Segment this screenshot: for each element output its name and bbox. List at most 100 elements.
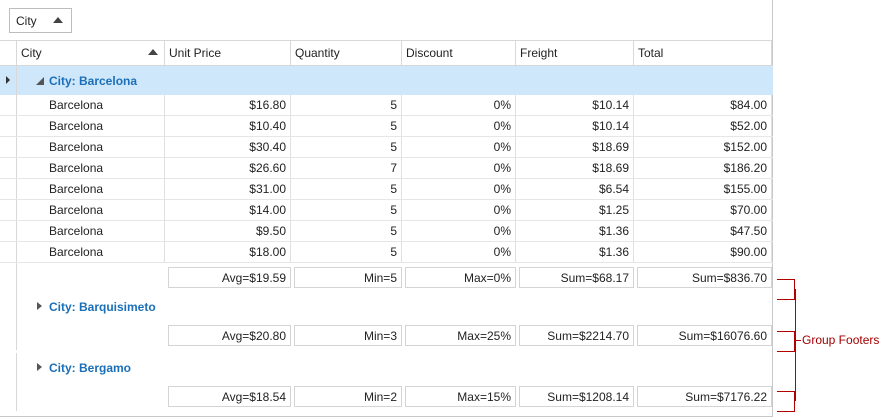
column-header-total[interactable]: Total bbox=[634, 41, 772, 65]
footer-summary-total: Sum=$7176.22 bbox=[637, 386, 772, 407]
callout-line bbox=[795, 340, 801, 341]
table-row[interactable]: Barcelona $26.60 7 0% $18.69 $186.20 bbox=[0, 158, 773, 179]
group-by-city-chip[interactable]: City bbox=[9, 8, 72, 33]
row-indicator-cell bbox=[0, 353, 17, 382]
table-row[interactable]: Barcelona $16.80 5 0% $10.14 $84.00 bbox=[0, 95, 773, 116]
cell-city[interactable]: Barcelona bbox=[17, 158, 165, 178]
cell-city[interactable]: Barcelona bbox=[17, 221, 165, 241]
column-header-label: Total bbox=[638, 46, 664, 60]
cell-total[interactable]: $90.00 bbox=[634, 242, 772, 262]
cell-unit-price[interactable]: $9.50 bbox=[165, 221, 291, 241]
cell-discount[interactable]: 0% bbox=[402, 116, 516, 136]
cell-quantity[interactable]: 5 bbox=[291, 179, 402, 199]
footer-bracket bbox=[777, 279, 795, 300]
row-indicator-cell bbox=[0, 66, 17, 95]
table-row[interactable]: Barcelona $18.00 5 0% $1.36 $90.00 bbox=[0, 242, 773, 263]
column-header-discount[interactable]: Discount bbox=[402, 41, 516, 65]
header-indicator-cell bbox=[0, 41, 17, 65]
footer-summary-unit-price: Avg=$19.59 bbox=[168, 267, 291, 288]
cell-quantity[interactable]: 5 bbox=[291, 116, 402, 136]
cell-discount[interactable]: 0% bbox=[402, 158, 516, 178]
footer-bracket bbox=[777, 331, 795, 352]
cell-total[interactable]: $155.00 bbox=[634, 179, 772, 199]
footer-summary-quantity: Min=5 bbox=[294, 267, 402, 288]
row-indicator-cell bbox=[0, 116, 17, 136]
footer-summary-freight: Sum=$2214.70 bbox=[519, 325, 634, 346]
cell-quantity[interactable]: 7 bbox=[291, 158, 402, 178]
row-indicator-cell bbox=[0, 200, 17, 220]
group-row[interactable]: City: Barquisimeto bbox=[0, 292, 773, 321]
cell-unit-price[interactable]: $26.60 bbox=[165, 158, 291, 178]
cell-city[interactable]: Barcelona bbox=[17, 200, 165, 220]
cell-city[interactable]: Barcelona bbox=[17, 242, 165, 262]
table-row[interactable]: Barcelona $31.00 5 0% $6.54 $155.00 bbox=[0, 179, 773, 200]
group-title: City: Barquisimeto bbox=[17, 292, 773, 321]
group-panel: City bbox=[0, 0, 772, 41]
group-footer-row: Avg=$19.59 Min=5 Max=0% Sum=$68.17 Sum=$836.… bbox=[0, 263, 773, 292]
row-indicator-cell bbox=[0, 263, 17, 292]
group-row[interactable]: City: Barcelona bbox=[0, 66, 773, 95]
cell-freight[interactable]: $18.69 bbox=[516, 158, 634, 178]
cell-total[interactable]: $84.00 bbox=[634, 95, 772, 115]
cell-unit-price[interactable]: $18.00 bbox=[165, 242, 291, 262]
group-title-text: City: Barcelona bbox=[49, 73, 138, 88]
cell-freight[interactable]: $1.36 bbox=[516, 221, 634, 241]
cell-discount[interactable]: 0% bbox=[402, 242, 516, 262]
cell-total[interactable]: $52.00 bbox=[634, 116, 772, 136]
cell-quantity[interactable]: 5 bbox=[291, 137, 402, 157]
column-header-city[interactable]: City bbox=[17, 41, 165, 65]
column-header-unit-price[interactable]: Unit Price bbox=[165, 41, 291, 65]
cell-discount[interactable]: 0% bbox=[402, 200, 516, 220]
bracket-connector bbox=[795, 289, 796, 401]
cell-discount[interactable]: 0% bbox=[402, 179, 516, 199]
expand-icon[interactable] bbox=[37, 363, 42, 371]
footer-summary-discount: Max=0% bbox=[405, 267, 516, 288]
cell-city[interactable]: Barcelona bbox=[17, 137, 165, 157]
cell-freight[interactable]: $1.25 bbox=[516, 200, 634, 220]
collapse-icon[interactable] bbox=[36, 77, 44, 85]
cell-unit-price[interactable]: $31.00 bbox=[165, 179, 291, 199]
cell-freight[interactable]: $1.36 bbox=[516, 242, 634, 262]
cell-quantity[interactable]: 5 bbox=[291, 242, 402, 262]
footer-summary-total: Sum=$836.70 bbox=[637, 267, 772, 288]
cell-unit-price[interactable]: $10.40 bbox=[165, 116, 291, 136]
cell-total[interactable]: $47.50 bbox=[634, 221, 772, 241]
expand-icon[interactable] bbox=[37, 302, 42, 310]
cell-unit-price[interactable]: $30.40 bbox=[165, 137, 291, 157]
table-row[interactable]: Barcelona $14.00 5 0% $1.25 $70.00 bbox=[0, 200, 773, 221]
row-indicator-cell bbox=[0, 242, 17, 262]
cell-freight[interactable]: $10.14 bbox=[516, 116, 634, 136]
footer-summary-unit-price: Avg=$20.80 bbox=[168, 325, 291, 346]
cell-quantity[interactable]: 5 bbox=[291, 200, 402, 220]
cell-freight[interactable]: $10.14 bbox=[516, 95, 634, 115]
cell-total[interactable]: $70.00 bbox=[634, 200, 772, 220]
cell-unit-price[interactable]: $14.00 bbox=[165, 200, 291, 220]
group-footers-callout: Group Footers bbox=[802, 333, 880, 347]
cell-total[interactable]: $186.20 bbox=[634, 158, 772, 178]
group-row[interactable]: City: Bergamo bbox=[0, 353, 773, 382]
cell-city[interactable]: Barcelona bbox=[17, 116, 165, 136]
cell-total[interactable]: $152.00 bbox=[634, 137, 772, 157]
column-header-quantity[interactable]: Quantity bbox=[291, 41, 402, 65]
group-title-text: City: Barquisimeto bbox=[49, 299, 156, 314]
cell-freight[interactable]: $18.69 bbox=[516, 137, 634, 157]
cell-city[interactable]: Barcelona bbox=[17, 95, 165, 115]
cell-freight[interactable]: $6.54 bbox=[516, 179, 634, 199]
row-indicator-cell bbox=[0, 95, 17, 115]
cell-discount[interactable]: 0% bbox=[402, 221, 516, 241]
group-title-text: City: Bergamo bbox=[49, 360, 132, 375]
cell-unit-price[interactable]: $16.80 bbox=[165, 95, 291, 115]
table-row[interactable]: Barcelona $10.40 5 0% $10.14 $52.00 bbox=[0, 116, 773, 137]
column-header-label: City bbox=[21, 46, 42, 60]
table-row[interactable]: Barcelona $30.40 5 0% $18.69 $152.00 bbox=[0, 137, 773, 158]
cell-quantity[interactable]: 5 bbox=[291, 95, 402, 115]
column-header-freight[interactable]: Freight bbox=[516, 41, 634, 65]
footer-summary-freight: Sum=$1208.14 bbox=[519, 386, 634, 407]
row-indicator-cell bbox=[0, 221, 17, 241]
cell-discount[interactable]: 0% bbox=[402, 137, 516, 157]
cell-quantity[interactable]: 5 bbox=[291, 221, 402, 241]
row-indicator-cell bbox=[0, 292, 17, 321]
table-row[interactable]: Barcelona $9.50 5 0% $1.36 $47.50 bbox=[0, 221, 773, 242]
cell-discount[interactable]: 0% bbox=[402, 95, 516, 115]
cell-city[interactable]: Barcelona bbox=[17, 179, 165, 199]
